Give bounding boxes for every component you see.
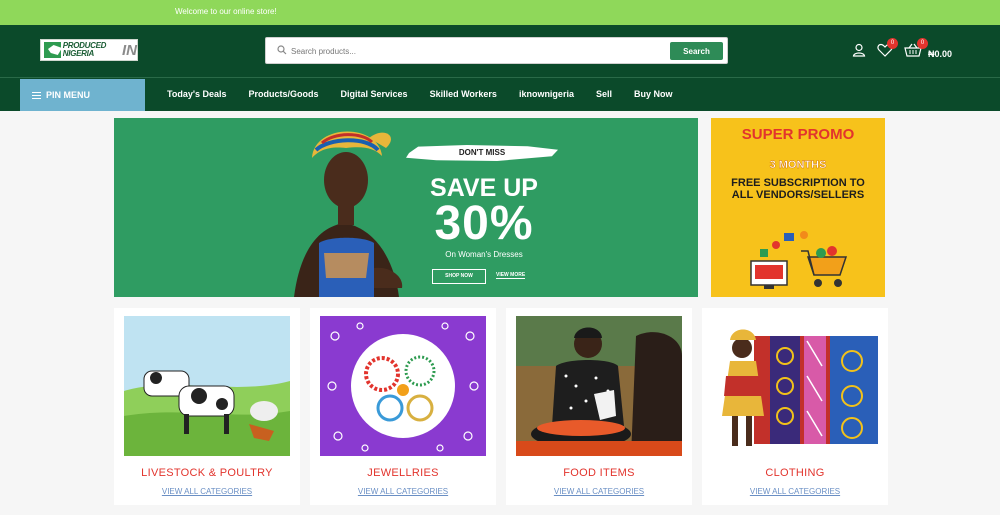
category-name[interactable]: CLOTHING (702, 467, 888, 479)
view-all-categories-link[interactable]: VIEW ALL CATEGORIES (506, 487, 692, 496)
site-logo[interactable]: PRODUCED NIGERIA IN (40, 39, 138, 61)
jewellries-image (320, 316, 486, 456)
hero-discount: 30% (434, 197, 534, 250)
wishlist-count-badge: 0 (887, 38, 898, 49)
view-all-categories-link[interactable]: VIEW ALL CATEGORIES (114, 487, 300, 496)
hero-subtitle: On Woman's Dresses (445, 250, 523, 259)
logo-text: PRODUCED NIGERIA (62, 41, 107, 58)
view-all-categories-link[interactable]: VIEW ALL CATEGORIES (702, 487, 888, 496)
pin-menu-button[interactable]: PIN MENU (20, 79, 145, 111)
super-promo-banner[interactable]: SUPER PROMO 3 MONTHS FREE SUBSCRIPTION T… (711, 118, 885, 297)
search-button[interactable]: Search (670, 42, 723, 60)
category-card-jewellries[interactable]: JEWELLRIES VIEW ALL CATEGORIES (310, 308, 496, 505)
logo-suffix: IN (122, 41, 137, 59)
promo-title: SUPER PROMO (741, 126, 855, 143)
shop-now-button[interactable]: SHOP NOW (432, 269, 486, 284)
nigeria-map-icon (44, 42, 61, 58)
wishlist-button[interactable]: 0 (877, 38, 898, 57)
welcome-message: Welcome to our online store! (175, 7, 277, 16)
search-input[interactable] (291, 42, 671, 60)
cart-count-badge: 0 (917, 38, 928, 49)
nav-link-buy-now[interactable]: Buy Now (634, 89, 673, 99)
nav-link-iknownigeria[interactable]: iknownigeria (519, 89, 574, 99)
food-items-image (516, 316, 682, 456)
top-announcement-bar: Welcome to our online store! (0, 0, 1000, 25)
promo-duration: 3 MONTHS (769, 159, 827, 171)
category-card-food[interactable]: FOOD ITEMS VIEW ALL CATEGORIES (506, 308, 692, 505)
user-account-icon[interactable] (852, 43, 866, 57)
main-navigation: PIN MENU Today's Deals Products/Goods Di… (0, 77, 1000, 111)
cart-total: ₦0.00 (928, 49, 953, 59)
nav-link-sell[interactable]: Sell (596, 89, 612, 99)
shopping-cart-illustration (750, 231, 848, 289)
nav-link-todays-deals[interactable]: Today's Deals (167, 89, 227, 99)
category-card-clothing[interactable]: CLOTHING VIEW ALL CATEGORIES (702, 308, 888, 505)
nav-link-skilled-workers[interactable]: Skilled Workers (430, 89, 497, 99)
category-card-livestock[interactable]: LIVESTOCK & POULTRY VIEW ALL CATEGORIES (114, 308, 300, 505)
site-header: PRODUCED NIGERIA IN Search 0 0 ₦0.00 (0, 25, 1000, 77)
hamburger-icon (32, 90, 41, 101)
nav-links: Today's Deals Products/Goods Digital Ser… (167, 89, 694, 99)
hero-model-image (294, 131, 403, 297)
hero-banner[interactable]: DON'T MISS SAVE UP 30% On Woman's Dresse… (114, 118, 698, 297)
category-name[interactable]: FOOD ITEMS (506, 467, 692, 479)
nav-link-products-goods[interactable]: Products/Goods (249, 89, 319, 99)
view-more-link[interactable]: VIEW MORE (496, 272, 526, 279)
nav-link-digital-services[interactable]: Digital Services (341, 89, 408, 99)
promo-text: FREE SUBSCRIPTION TO ALL VENDORS/SELLERS (731, 177, 865, 201)
search-bar: Search (265, 37, 728, 64)
cart-button[interactable]: 0 (904, 38, 928, 57)
search-icon (277, 45, 287, 55)
clothing-image (712, 316, 878, 456)
category-name[interactable]: LIVESTOCK & POULTRY (114, 467, 300, 479)
category-name[interactable]: JEWELLRIES (310, 467, 496, 479)
hero-badge-text: DON'T MISS (458, 148, 506, 157)
pin-menu-label: PIN MENU (46, 90, 91, 100)
livestock-image (124, 316, 290, 456)
view-all-categories-link[interactable]: VIEW ALL CATEGORIES (310, 487, 496, 496)
